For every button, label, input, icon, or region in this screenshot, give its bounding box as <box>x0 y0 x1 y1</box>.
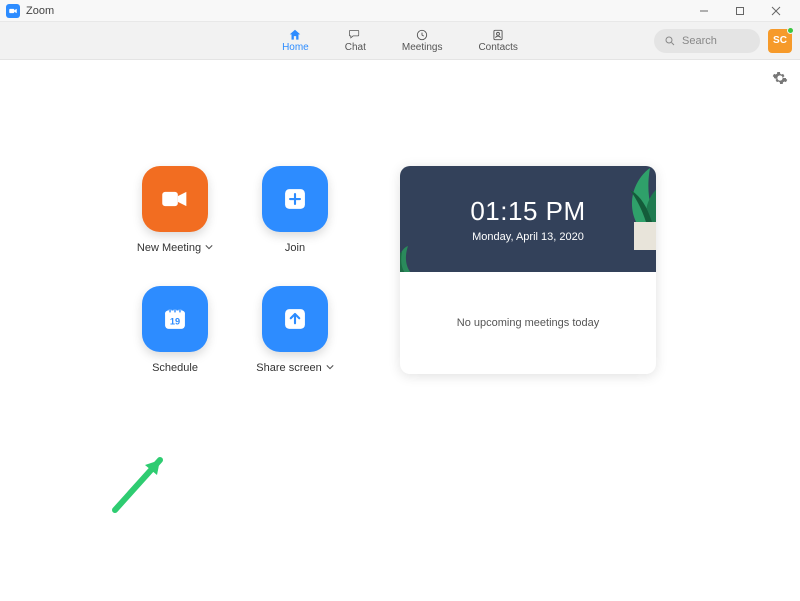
calendar-icon: 19 <box>158 302 192 336</box>
new-meeting-tile[interactable]: New Meeting <box>120 166 230 254</box>
settings-button[interactable] <box>772 70 788 91</box>
tab-contacts[interactable]: Contacts <box>478 28 517 53</box>
calendar-day: 19 <box>170 317 180 327</box>
close-button[interactable] <box>758 0 794 22</box>
search-input[interactable]: Search <box>654 29 760 53</box>
share-screen-tile[interactable]: Share screen <box>240 286 350 374</box>
join-tile[interactable]: Join <box>240 166 350 254</box>
join-button[interactable] <box>262 166 328 232</box>
tab-label: Chat <box>345 42 366 53</box>
search-placeholder: Search <box>682 35 717 47</box>
current-date: Monday, April 13, 2020 <box>472 231 584 243</box>
tab-label: Home <box>282 42 309 53</box>
tab-meetings[interactable]: Meetings <box>402 28 443 53</box>
contacts-icon <box>489 28 507 42</box>
avatar[interactable]: SC <box>768 29 792 53</box>
upcoming-empty-text: No upcoming meetings today <box>457 317 599 329</box>
tab-label: Meetings <box>402 42 443 53</box>
tab-label: Contacts <box>478 42 517 53</box>
share-up-icon <box>278 302 312 336</box>
search-icon <box>664 35 676 47</box>
plant-decoration-icon <box>596 166 656 250</box>
annotation-arrow-icon <box>105 440 185 525</box>
tile-label: Join <box>285 242 305 254</box>
window-controls <box>686 0 794 22</box>
action-tiles: New Meeting Join <box>120 166 350 374</box>
home-icon <box>286 28 304 42</box>
chevron-down-icon[interactable] <box>326 362 334 374</box>
new-meeting-button[interactable] <box>142 166 208 232</box>
tab-home[interactable]: Home <box>282 28 309 53</box>
tile-label: New Meeting <box>137 242 201 254</box>
upcoming-body: No upcoming meetings today <box>400 272 656 374</box>
header-nav: Home Chat Meetings Contacts Search SC <box>0 22 800 60</box>
minimize-button[interactable] <box>686 0 722 22</box>
clock-hero: 01:15 PM Monday, April 13, 2020 <box>400 166 656 272</box>
tile-label: Schedule <box>152 362 198 374</box>
tab-chat[interactable]: Chat <box>345 28 366 53</box>
content-area: New Meeting Join <box>0 60 800 601</box>
chat-icon <box>346 28 364 42</box>
gear-icon <box>772 70 788 86</box>
schedule-button[interactable]: 19 <box>142 286 208 352</box>
avatar-initials: SC <box>773 35 787 46</box>
maximize-button[interactable] <box>722 0 758 22</box>
window-title: Zoom <box>26 5 54 17</box>
tile-label: Share screen <box>256 362 321 374</box>
title-bar: Zoom <box>0 0 800 22</box>
presence-indicator-icon <box>787 27 794 34</box>
upcoming-panel: 01:15 PM Monday, April 13, 2020 No upcom… <box>400 166 656 374</box>
video-icon <box>158 182 192 216</box>
zoom-logo-icon <box>6 4 20 18</box>
share-screen-button[interactable] <box>262 286 328 352</box>
clock-icon <box>413 28 431 42</box>
chevron-down-icon[interactable] <box>205 242 213 254</box>
plant-decoration-icon <box>400 228 432 272</box>
current-time: 01:15 PM <box>470 196 585 227</box>
schedule-tile[interactable]: 19 Schedule <box>120 286 230 374</box>
plus-icon <box>278 182 312 216</box>
